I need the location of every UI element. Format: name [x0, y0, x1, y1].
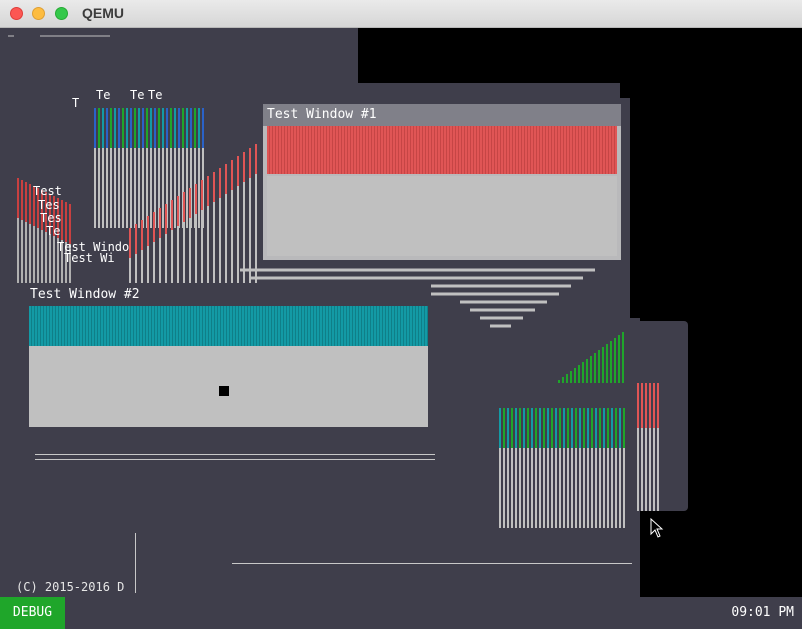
divider-line: [232, 563, 632, 564]
ghost-window-label: Te: [96, 88, 111, 102]
ghost-window-label: Tes: [40, 211, 62, 225]
black-square: [219, 386, 229, 396]
ghost-window-label: Te: [46, 224, 61, 238]
minimize-window-button[interactable]: [32, 7, 45, 20]
divider-line: [135, 533, 136, 593]
test-window-1[interactable]: Test Window #1: [263, 104, 621, 260]
test-window-1-body: [267, 176, 617, 256]
mouse-pointer-icon: [650, 518, 664, 538]
test-window-2-color-bar: [29, 306, 428, 346]
ghost-window-label: Test: [33, 184, 62, 198]
copyright-text: (C) 2015-2016 D: [16, 580, 125, 594]
ghost-window-label: Tes: [38, 198, 60, 212]
ghost-window-label: T: [72, 96, 80, 110]
test-window-1-color-bar: [267, 126, 617, 174]
divider-line: [35, 459, 435, 460]
debug-button[interactable]: DEBUG: [0, 597, 65, 629]
app-title: QEMU: [82, 5, 124, 21]
maximize-window-button[interactable]: [55, 7, 68, 20]
test-window-2-title[interactable]: Test Window #2: [26, 284, 431, 306]
close-window-button[interactable]: [10, 7, 23, 20]
taskbar: DEBUG 09:01 PM: [0, 597, 802, 629]
clock: 09:01 PM: [731, 605, 794, 620]
ghost-window-label: Te: [148, 88, 163, 102]
test-window-2[interactable]: Test Window #2: [26, 284, 431, 427]
ghost-window-label: Test Wi: [64, 251, 115, 265]
guest-screen[interactable]: Te Te Te Test Tes Tes Te Test Windo Test Wi T Tes…: [0, 28, 802, 629]
window-title-bar: QEMU: [0, 0, 802, 28]
ghost-window-label: Te: [130, 88, 145, 102]
test-window-1-title[interactable]: Test Window #1: [263, 104, 621, 126]
divider-line: [35, 454, 435, 455]
